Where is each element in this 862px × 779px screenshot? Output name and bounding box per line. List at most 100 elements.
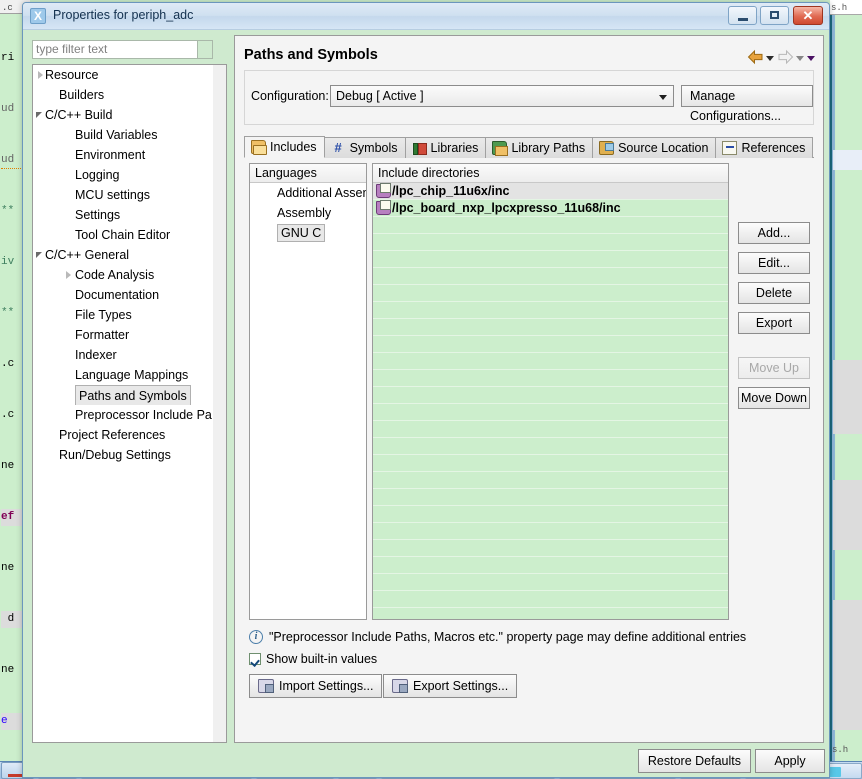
tab-label: Includes bbox=[270, 140, 317, 154]
include-directory-row[interactable]: /lpc_chip_11u6x/inc bbox=[373, 183, 728, 200]
close-button[interactable]: ✕ bbox=[793, 6, 823, 25]
language-item-assembly[interactable]: Assembly bbox=[250, 203, 366, 223]
include-empty-row bbox=[373, 353, 728, 370]
restore-defaults-button[interactable]: Restore Defaults bbox=[637, 749, 751, 773]
tree-item-formatter[interactable]: Formatter bbox=[33, 325, 213, 345]
settings-tree[interactable]: Resource Builders C/C++ Build Build Variabl… bbox=[32, 64, 213, 743]
twisty-expanded-icon[interactable] bbox=[35, 245, 47, 265]
filter-input[interactable]: type filter text bbox=[32, 40, 198, 59]
include-empty-row bbox=[373, 608, 728, 619]
minimize-button[interactable] bbox=[728, 6, 757, 25]
edit-button[interactable]: Edit... bbox=[738, 252, 810, 274]
forward-menu-chevron-down-icon[interactable] bbox=[796, 52, 805, 62]
filter-clear-button[interactable] bbox=[198, 40, 213, 59]
include-empty-row bbox=[373, 217, 728, 234]
background-panel-right[interactable]: s.h s.h bbox=[830, 0, 862, 779]
dialog-titlebar[interactable]: X Properties for periph_adc ✕ bbox=[23, 3, 829, 30]
export-settings-button[interactable]: Export Settings... bbox=[383, 674, 518, 698]
include-empty-row bbox=[373, 319, 728, 336]
back-menu-chevron-down-icon[interactable] bbox=[766, 52, 775, 62]
tree-item-c-c-build[interactable]: C/C++ Build bbox=[33, 105, 213, 125]
tree-item-run-debug-settings[interactable]: Run/Debug Settings bbox=[33, 445, 213, 465]
folder-source-icon bbox=[599, 141, 615, 155]
tree-item-c-c-general[interactable]: C/C++ General bbox=[33, 245, 213, 265]
language-item-additional-assem[interactable]: Additional Assem bbox=[250, 183, 366, 203]
add-button[interactable]: Add... bbox=[738, 222, 810, 244]
tab-source-location[interactable]: Source Location bbox=[592, 137, 717, 158]
include-directories-header: Include directories bbox=[373, 164, 728, 183]
tree-item-paths-and-symbols[interactable]: Paths and Symbols bbox=[33, 385, 213, 405]
delete-button[interactable]: Delete bbox=[738, 282, 810, 304]
export-settings-label: Export Settings... bbox=[413, 679, 509, 693]
back-arrow-icon[interactable] bbox=[747, 49, 764, 65]
include-empty-row bbox=[373, 387, 728, 404]
tree-item-label: Environment bbox=[75, 148, 146, 162]
panel-label-right: s.h bbox=[832, 745, 849, 755]
tree-item-mcu-settings[interactable]: MCU settings bbox=[33, 185, 213, 205]
twisty-collapsed-icon[interactable] bbox=[63, 265, 75, 285]
include-empty-row bbox=[373, 268, 728, 285]
folder-green-icon bbox=[492, 141, 509, 156]
overflow-chevron-down-icon[interactable] bbox=[807, 52, 816, 62]
tree-item-documentation[interactable]: Documentation bbox=[33, 285, 213, 305]
tree-item-build-variables[interactable]: Build Variables bbox=[33, 125, 213, 145]
tree-item-label: C/C++ Build bbox=[45, 108, 113, 122]
tab-includes[interactable]: Includes bbox=[244, 136, 325, 158]
settings-tree-scrollbar[interactable] bbox=[213, 64, 227, 743]
editor-tab-right[interactable]: s.h bbox=[830, 0, 862, 15]
languages-list[interactable]: Additional Assem Assembly GNU C bbox=[250, 183, 366, 243]
export-icon bbox=[392, 679, 408, 693]
tab-references[interactable]: References bbox=[715, 137, 814, 158]
tab-symbols[interactable]: # Symbols bbox=[323, 137, 406, 158]
page-navigation[interactable] bbox=[747, 48, 816, 66]
info-icon: i bbox=[249, 630, 263, 644]
include-directory-path: /lpc_chip_11u6x/inc bbox=[392, 183, 510, 198]
x-logo-icon: X bbox=[30, 8, 46, 24]
tree-item-preprocessor-include-pa[interactable]: Preprocessor Include Pa bbox=[33, 405, 213, 425]
import-settings-button[interactable]: Import Settings... bbox=[249, 674, 383, 698]
tree-item-language-mappings[interactable]: Language Mappings bbox=[33, 365, 213, 385]
include-empty-row bbox=[373, 574, 728, 591]
twisty-collapsed-icon[interactable] bbox=[35, 65, 47, 85]
tree-item-logging[interactable]: Logging bbox=[33, 165, 213, 185]
tree-item-code-analysis[interactable]: Code Analysis bbox=[33, 265, 213, 285]
tree-item-project-references[interactable]: Project References bbox=[33, 425, 213, 445]
tree-item-environment[interactable]: Environment bbox=[33, 145, 213, 165]
properties-dialog: X Properties for periph_adc ✕ type filte… bbox=[22, 2, 830, 778]
apply-button[interactable]: Apply bbox=[755, 749, 825, 773]
export-button[interactable]: Export bbox=[738, 312, 810, 334]
include-folder-icon bbox=[376, 183, 391, 198]
folder-open-icon bbox=[251, 140, 267, 155]
include-directory-row[interactable]: /lpc_board_nxp_lpcxpresso_11u68/inc bbox=[373, 200, 728, 217]
tree-item-label: File Types bbox=[75, 308, 132, 322]
tree-item-label: Logging bbox=[75, 168, 120, 182]
manage-configurations-button[interactable]: Manage Configurations... bbox=[681, 85, 813, 123]
language-item-gnu-c[interactable]: GNU C bbox=[250, 223, 366, 243]
tree-item-label: Builders bbox=[59, 88, 105, 102]
maximize-icon bbox=[770, 11, 779, 19]
show-builtin-checkbox[interactable]: Show built-in values bbox=[249, 652, 377, 666]
forward-arrow-icon[interactable] bbox=[777, 49, 794, 65]
include-empty-row bbox=[373, 302, 728, 319]
move-down-button[interactable]: Move Down bbox=[738, 387, 810, 409]
include-empty-row bbox=[373, 506, 728, 523]
panel-row-block bbox=[833, 480, 862, 550]
tree-item-settings[interactable]: Settings bbox=[33, 205, 213, 225]
tree-item-label: Project References bbox=[59, 428, 166, 442]
tab-library-paths[interactable]: Library Paths bbox=[485, 137, 594, 158]
twisty-expanded-icon[interactable] bbox=[35, 105, 47, 125]
maximize-button[interactable] bbox=[760, 6, 789, 25]
tab-libraries[interactable]: Libraries bbox=[404, 137, 487, 158]
tree-item-builders[interactable]: Builders bbox=[33, 85, 213, 105]
page-note-text: "Preprocessor Include Paths, Macros etc.… bbox=[269, 630, 747, 644]
include-empty-row bbox=[373, 234, 728, 251]
configuration-combo[interactable]: Debug [ Active ] bbox=[330, 85, 674, 107]
include-directories-list[interactable]: /lpc_chip_11u6x/inc/lpc_board_nxp_lpcxpr… bbox=[373, 183, 728, 619]
tree-item-indexer[interactable]: Indexer bbox=[33, 345, 213, 365]
tree-item-tool-chain-editor[interactable]: Tool Chain Editor bbox=[33, 225, 213, 245]
import-settings-label: Import Settings... bbox=[279, 679, 374, 693]
include-empty-row bbox=[373, 489, 728, 506]
tree-item-resource[interactable]: Resource bbox=[33, 65, 213, 85]
tree-item-file-types[interactable]: File Types bbox=[33, 305, 213, 325]
tab-bar[interactable]: Includes # Symbols Libraries Library Paths So… bbox=[244, 136, 814, 158]
